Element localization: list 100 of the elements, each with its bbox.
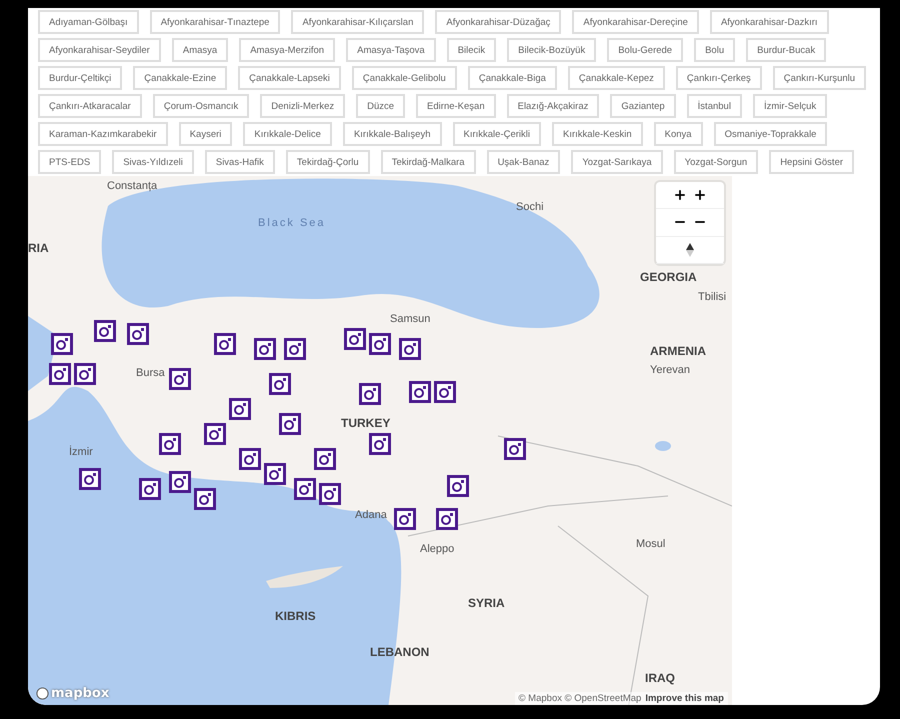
map-label: Mosul <box>636 538 666 550</box>
camera-marker-icon[interactable] <box>398 337 422 361</box>
filter-button[interactable]: Sivas-Yıldızeli <box>112 150 194 174</box>
camera-marker-icon[interactable] <box>78 467 102 491</box>
map-label: ARMENIA <box>650 344 706 358</box>
camera-marker-icon[interactable] <box>48 362 72 386</box>
filter-button[interactable]: Çankırı-Atkaracalar <box>38 94 142 118</box>
filter-button[interactable]: Elazığ-Akçakiraz <box>506 94 600 118</box>
camera-marker-icon[interactable] <box>213 332 237 356</box>
camera-marker-icon[interactable] <box>168 367 192 391</box>
filter-button[interactable]: Kırıkkale-Delice <box>243 122 332 146</box>
camera-marker-icon[interactable] <box>168 470 192 494</box>
filter-button[interactable]: Bolu <box>694 38 736 62</box>
zoom-in-icon[interactable] <box>693 188 707 202</box>
camera-marker-icon[interactable] <box>126 322 150 346</box>
logo-text: mapbox <box>51 686 110 701</box>
map-label: LEBANON <box>370 645 430 659</box>
lake-shape <box>655 441 671 451</box>
map-label: KIBRIS <box>275 609 316 623</box>
camera-marker-icon[interactable] <box>503 437 527 461</box>
map-label: SYRIA <box>468 596 505 610</box>
filter-button[interactable]: Afyonkarahisar-Dazkırı <box>710 10 829 34</box>
camera-marker-icon[interactable] <box>158 432 182 456</box>
filter-button[interactable]: Çanakkale-Gelibolu <box>352 66 457 90</box>
zoom-in-icon[interactable] <box>673 188 687 202</box>
filter-button[interactable]: Edirne-Keşan <box>416 94 496 118</box>
filter-button[interactable]: Tekirdağ-Malkara <box>380 150 476 174</box>
filter-button[interactable]: Afyonkarahisar-Seydiler <box>38 38 161 62</box>
camera-marker-icon[interactable] <box>358 382 382 406</box>
compass-icon[interactable] <box>686 242 694 257</box>
filter-button[interactable]: Afyonkarahisar-Dereçine <box>572 10 699 34</box>
filter-button[interactable]: Kırıkkale-Balışeyh <box>342 122 442 146</box>
camera-marker-icon[interactable] <box>368 332 392 356</box>
filter-button[interactable]: Osmaniye-Toprakkale <box>714 122 828 146</box>
filter-button[interactable]: İzmir-Selçuk <box>752 94 828 118</box>
camera-marker-icon[interactable] <box>263 462 287 486</box>
camera-marker-icon[interactable] <box>73 362 97 386</box>
filter-button[interactable]: Çanakkale-Lapseki <box>238 66 341 90</box>
filter-button[interactable]: Sivas-Hafik <box>204 150 275 174</box>
filter-button[interactable]: Bilecik-Bozüyük <box>507 38 596 62</box>
filter-button[interactable]: Denizli-Merkez <box>260 94 346 118</box>
map[interactable]: Constanța RIA Black Sea Sochi GEORGIA Tbilisi Samsun ARMENIA Bursa Yerevan TURKEY İzmir Adana Aleppo Mosul SYRIA KIBRIS LEBANON IRAQ mapbox © Mapbox © OpenStreetMap Improve this map <box>28 176 732 705</box>
camera-marker-icon[interactable] <box>278 412 302 436</box>
camera-marker-icon[interactable] <box>343 327 367 351</box>
filter-button[interactable]: Afyonkarahisar-Tınaztepe <box>150 10 280 34</box>
filter-button[interactable]: PTS-EDS <box>38 150 102 174</box>
filter-button[interactable]: Tekirdağ-Çorlu <box>286 150 370 174</box>
filter-button[interactable]: Çanakkale-Biga <box>468 66 557 90</box>
map-label: TURKEY <box>341 416 390 430</box>
filter-button[interactable]: Burdur-Çeltikçi <box>38 66 122 90</box>
filter-button[interactable]: Adıyaman-Gölbaşı <box>38 10 139 34</box>
filter-button[interactable]: Amasya-Merzifon <box>239 38 336 62</box>
filter-button[interactable]: Gaziantep <box>610 94 676 118</box>
filter-button[interactable]: Çanakkale-Ezine <box>133 66 228 90</box>
camera-marker-icon[interactable] <box>293 477 317 501</box>
filter-button[interactable]: Çankırı-Kurşunlu <box>772 66 866 90</box>
camera-marker-icon[interactable] <box>203 422 227 446</box>
camera-marker-icon[interactable] <box>268 372 292 396</box>
camera-marker-icon[interactable] <box>393 507 417 531</box>
filter-button[interactable]: Çorum-Osmancık <box>152 94 250 118</box>
camera-marker-icon[interactable] <box>313 447 337 471</box>
filter-button[interactable]: Amasya <box>172 38 228 62</box>
camera-marker-icon[interactable] <box>446 474 470 498</box>
filter-button[interactable]: Düzce <box>356 94 406 118</box>
filter-button[interactable]: Konya <box>654 122 703 146</box>
filter-button[interactable]: Burdur-Bucak <box>746 38 826 62</box>
filter-button[interactable]: Afyonkarahisar-Kılıçarslan <box>291 10 424 34</box>
filter-button[interactable]: Bilecik <box>446 38 496 62</box>
camera-marker-icon[interactable] <box>433 380 457 404</box>
filter-button[interactable]: Çankırı-Çerkeş <box>676 66 762 90</box>
camera-marker-icon[interactable] <box>435 507 459 531</box>
camera-marker-icon[interactable] <box>408 380 432 404</box>
filter-button[interactable]: Çanakkale-Kepez <box>568 66 665 90</box>
filter-button[interactable]: Afyonkarahisar-Düzağaç <box>435 10 562 34</box>
camera-marker-icon[interactable] <box>283 337 307 361</box>
filter-button[interactable]: Kırıkkale-Keskin <box>552 122 643 146</box>
filter-button[interactable]: Karaman-Kazımkarabekir <box>38 122 168 146</box>
map-label: Samsun <box>390 313 430 325</box>
camera-marker-icon[interactable] <box>138 477 162 501</box>
camera-marker-icon[interactable] <box>93 319 117 343</box>
map-label: RIA <box>28 241 49 255</box>
filter-button[interactable]: Amasya-Taşova <box>346 38 436 62</box>
filter-button[interactable]: Uşak-Banaz <box>486 150 560 174</box>
camera-marker-icon[interactable] <box>228 397 252 421</box>
camera-marker-icon[interactable] <box>238 447 262 471</box>
filter-button[interactable]: Yozgat-Sorgun <box>674 150 758 174</box>
camera-marker-icon[interactable] <box>50 332 74 356</box>
camera-marker-icon[interactable] <box>318 482 342 506</box>
camera-marker-icon[interactable] <box>253 337 277 361</box>
camera-marker-icon[interactable] <box>368 432 392 456</box>
filter-button[interactable]: Hepsini Göster <box>769 150 854 174</box>
filter-button[interactable]: Kayseri <box>178 122 232 146</box>
improve-map-link[interactable]: Improve this map <box>645 693 724 704</box>
filter-button[interactable]: İstanbul <box>686 94 742 118</box>
filter-button[interactable]: Kırıkkale-Çerikli <box>452 122 542 146</box>
camera-marker-icon[interactable] <box>193 487 217 511</box>
mapbox-mark-icon <box>36 687 49 700</box>
filter-button[interactable]: Bolu-Gerede <box>607 38 684 62</box>
map-label: Tbilisi <box>698 291 726 303</box>
filter-button[interactable]: Yozgat-Sarıkaya <box>571 150 663 174</box>
